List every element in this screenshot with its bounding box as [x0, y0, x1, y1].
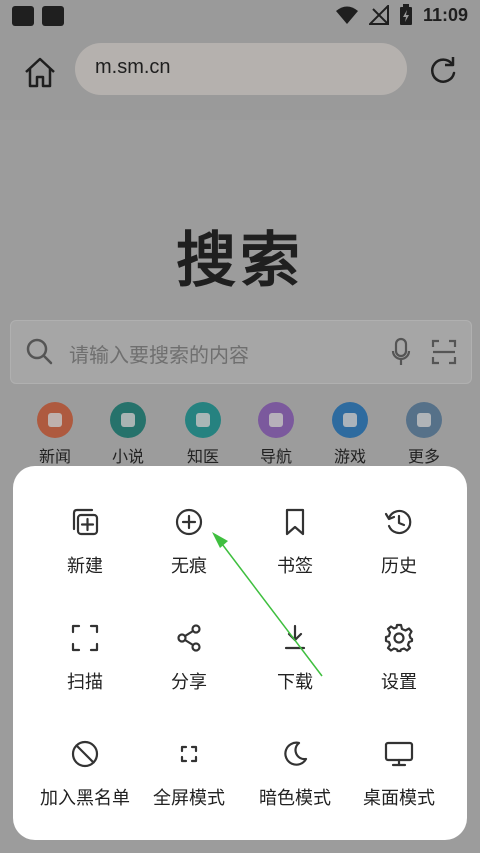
browser-toolbar: m.sm.cn	[0, 32, 480, 120]
bookmark-icon	[285, 508, 305, 536]
shortcut-label: 小说	[111, 447, 144, 466]
shortcut-item[interactable]: 导航	[241, 402, 311, 467]
site-logo: 搜索	[176, 226, 304, 296]
url-text: m.sm.cn	[95, 56, 171, 78]
shortcut-icon	[406, 402, 442, 438]
battery-icon	[399, 4, 412, 25]
menu-item-label: 无痕	[171, 556, 207, 577]
shortcut-icon	[258, 402, 294, 438]
shortcut-item[interactable]: 新闻	[20, 402, 90, 467]
plus-circle-icon	[175, 508, 203, 536]
menu-item[interactable]: 无痕	[133, 506, 245, 606]
shortcut-glyph	[417, 413, 431, 427]
shortcut-glyph	[269, 413, 283, 427]
shortcut-icon	[110, 402, 146, 438]
search-box[interactable]: 请输入要搜索的内容	[10, 320, 472, 384]
search-icon	[26, 338, 53, 365]
gear-icon	[384, 623, 414, 653]
shortcut-icon	[332, 402, 368, 438]
scan-icon	[71, 624, 99, 652]
menu-item-label: 扫描	[67, 672, 103, 693]
scan-icon[interactable]	[431, 339, 457, 365]
shortcut-label: 导航	[259, 447, 292, 466]
block-icon	[71, 740, 99, 768]
shortcut-glyph	[121, 413, 135, 427]
new-tab-icon	[72, 508, 99, 536]
refresh-icon[interactable]	[426, 54, 460, 88]
menu-item-label: 桌面模式	[363, 788, 435, 809]
menu-item[interactable]: 新建	[29, 506, 141, 606]
home-icon[interactable]	[20, 52, 60, 92]
no-signal-icon	[368, 5, 389, 25]
menu-item[interactable]: 分享	[133, 622, 245, 722]
menu-item[interactable]: 桌面模式	[343, 738, 455, 838]
shortcut-item[interactable]: 小说	[93, 402, 163, 467]
shortcut-label: 更多	[407, 447, 440, 466]
menu-item-label: 全屏模式	[153, 788, 225, 809]
download-icon	[284, 624, 306, 650]
shortcut-glyph	[343, 413, 357, 427]
menu-item[interactable]: 下载	[239, 622, 351, 722]
menu-item[interactable]: 加入黑名单	[29, 738, 141, 838]
menu-item[interactable]: 暗色模式	[239, 738, 351, 838]
monitor-icon	[384, 741, 414, 767]
shortcut-glyph	[196, 413, 210, 427]
status-bar: 11:09	[0, 0, 480, 32]
search-input[interactable]: 请输入要搜索的内容	[69, 339, 249, 368]
shortcut-item[interactable]: 游戏	[315, 402, 385, 467]
menu-item[interactable]: 扫描	[29, 622, 141, 722]
menu-item-label: 书签	[277, 556, 313, 577]
notification-icon	[12, 6, 34, 26]
shortcut-bar: 新闻 小说 知医 导航 游戏 更多	[0, 402, 480, 472]
browser-menu-sheet: 新建 无痕 书签 历史扫描 分享 下载 设置加入黑名单 全屏模式 暗色模式 桌面模式	[13, 466, 467, 840]
microphone-icon[interactable]	[391, 337, 411, 367]
menu-item-label: 暗色模式	[259, 788, 331, 809]
clock: 11:09	[422, 4, 468, 25]
share-icon	[177, 624, 201, 652]
address-bar[interactable]: m.sm.cn	[75, 43, 407, 95]
menu-item-label: 下载	[277, 672, 313, 693]
menu-item[interactable]: 设置	[343, 622, 455, 722]
shortcut-item[interactable]: 更多	[389, 402, 459, 467]
shortcut-label: 新闻	[38, 447, 71, 466]
shortcut-icon	[37, 402, 73, 438]
menu-item-label: 设置	[381, 672, 417, 693]
menu-item[interactable]: 全屏模式	[133, 738, 245, 838]
menu-item[interactable]: 书签	[239, 506, 351, 606]
menu-item[interactable]: 历史	[343, 506, 455, 606]
wifi-icon	[335, 6, 358, 24]
menu-item-label: 加入黑名单	[40, 788, 130, 809]
shortcut-item[interactable]: 知医	[168, 402, 238, 467]
menu-item-label: 分享	[171, 672, 207, 693]
shortcut-label: 知医	[186, 447, 219, 466]
notification-icons	[12, 6, 64, 26]
shortcut-glyph	[48, 413, 62, 427]
shortcut-icon	[185, 402, 221, 438]
menu-item-label: 新建	[67, 556, 103, 577]
shortcut-label: 游戏	[333, 447, 366, 466]
history-icon	[384, 509, 412, 535]
moon-icon	[284, 741, 308, 766]
notification-icon	[42, 6, 64, 26]
fullscreen-icon	[180, 745, 198, 763]
menu-item-label: 历史	[381, 556, 417, 577]
